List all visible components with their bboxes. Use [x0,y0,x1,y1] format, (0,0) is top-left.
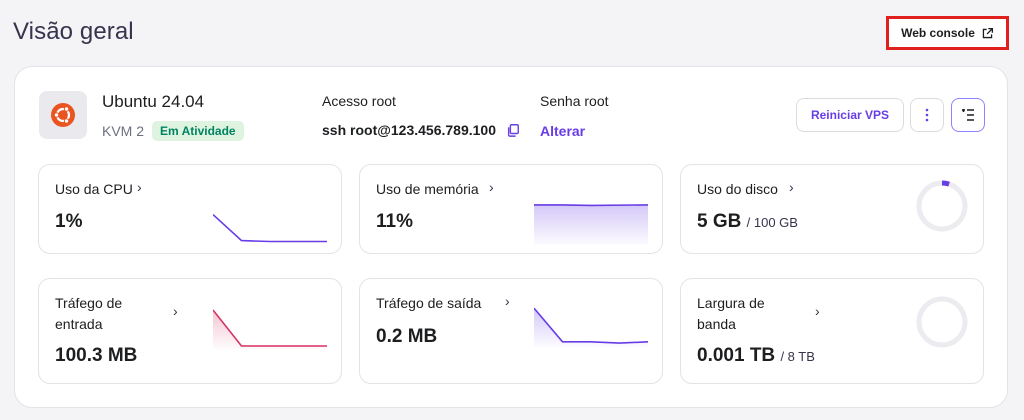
more-vertical-icon [925,108,929,122]
change-password-link[interactable]: Alterar [540,123,585,139]
traffic-out-chart [534,307,648,347]
sparkline-line [534,204,648,207]
sparkline-area [534,204,648,245]
status-badge: Em Atividade [152,121,244,141]
bandwidth-value: 0.001 TB / 8 TB [697,345,815,367]
root-password-label: Senha root [540,93,609,109]
chevron-right-icon: › [505,293,510,309]
ubuntu-logo [39,91,87,139]
cpu-usage-label: Uso da CPU [55,181,133,197]
traffic-in-tile[interactable]: Tráfego de entrada › 100.3 MB [38,278,342,384]
external-link-icon [982,27,993,38]
cpu-usage-value: 1% [55,211,83,232]
disk-used: 5 GB [697,211,742,232]
traffic-out-label: Tráfego de saída [376,295,482,311]
disk-usage-tile[interactable]: Uso do disco › 5 GB / 100 GB [680,164,984,254]
disk-total: / 100 GB [746,215,798,230]
traffic-in-value: 100.3 MB [55,345,138,366]
donut-track [916,180,968,232]
bandwidth-used: 0.001 TB [697,345,776,366]
disk-usage-donut [916,180,968,232]
chevron-right-icon: › [173,303,178,319]
disk-usage-label: Uso do disco [697,181,778,197]
root-access-label: Acesso root [322,93,396,109]
page-title: Visão geral [13,18,134,45]
os-name: Ubuntu 24.04 [102,92,205,111]
bandwidth-label: Largura de banda [697,295,765,332]
chevron-right-icon: › [815,303,820,319]
chevron-right-icon: › [489,179,494,195]
web-console-label: Web console [901,26,975,40]
list-icon [962,109,974,121]
more-options-button[interactable] [910,98,944,132]
bandwidth-tile[interactable]: Largura de banda › 0.001 TB / 8 TB [680,278,984,384]
donut-track [916,296,968,348]
bandwidth-donut [916,296,968,348]
memory-usage-value: 11% [376,211,413,232]
plan-name: KVM 2 [102,123,145,139]
server-overview-card: Ubuntu 24.04 KVM 2 Em Atividade Acesso r… [14,66,1008,408]
restart-vps-button[interactable]: Reiniciar VPS [796,98,904,132]
plan-info: KVM 2 Em Atividade [102,121,244,141]
memory-usage-label: Uso de memória [376,181,479,197]
sparkline-area [213,310,327,349]
details-list-button[interactable] [951,98,985,132]
cpu-usage-tile[interactable]: Uso da CPU › 1% [38,164,342,254]
traffic-out-tile[interactable]: Tráfego de saída › 0.2 MB [359,278,663,384]
bandwidth-total: / 8 TB [780,349,815,364]
traffic-out-value: 0.2 MB [376,326,438,347]
web-console-button[interactable]: Web console [886,16,1009,50]
copy-icon[interactable] [506,123,520,137]
sparkline-line [213,214,327,243]
cpu-usage-chart [213,214,327,243]
chevron-right-icon: › [137,179,142,195]
chevron-right-icon: › [789,179,794,195]
traffic-in-label: Tráfego de entrada [55,295,123,332]
memory-usage-tile[interactable]: Uso de memória › 11% [359,164,663,254]
traffic-in-chart [213,309,327,349]
memory-usage-chart [534,204,648,245]
ssh-command: ssh root@123.456.789.100 [322,122,496,138]
root-access-value: ssh root@123.456.789.100 [322,122,520,138]
disk-usage-value: 5 GB / 100 GB [697,211,798,233]
